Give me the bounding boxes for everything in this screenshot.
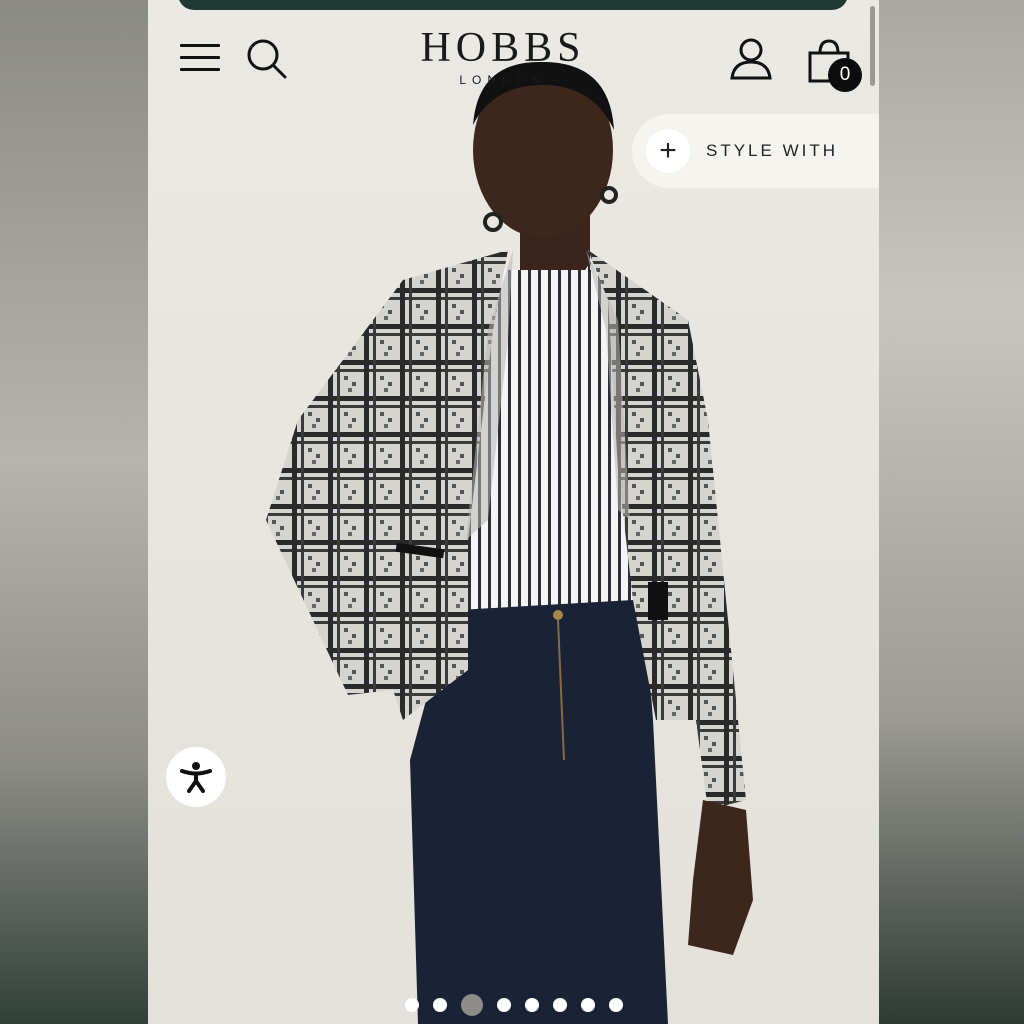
- carousel-dot[interactable]: [432, 998, 447, 1012]
- brand-logo[interactable]: HOBBS LONDON: [388, 24, 618, 88]
- carousel-dot[interactable]: [552, 998, 567, 1012]
- backdrop-right-blur: [878, 0, 1024, 1024]
- carousel-dot[interactable]: [608, 998, 623, 1012]
- brand-subtitle: LONDON: [459, 73, 547, 87]
- carousel-dot[interactable]: [496, 998, 511, 1012]
- style-with-label: STYLE WITH: [706, 141, 839, 160]
- carousel-dot[interactable]: [524, 998, 539, 1012]
- carousel-dot[interactable]: [404, 998, 419, 1012]
- accessibility-icon[interactable]: [166, 747, 226, 807]
- search-icon[interactable]: [244, 36, 290, 82]
- site-header: HOBBS LONDON: [148, 20, 879, 100]
- product-screen: HOBBS LONDON 0 + STYLE WITH: [148, 0, 879, 1024]
- bag-count-badge[interactable]: 0: [828, 58, 862, 92]
- carousel-dot[interactable]: [460, 994, 483, 1016]
- backdrop-left-blur: [0, 0, 148, 1024]
- image-carousel-dots: [148, 990, 879, 1020]
- status-bar-pill: [178, 0, 848, 10]
- hamburger-menu-icon[interactable]: [176, 38, 222, 78]
- plus-icon: +: [646, 129, 690, 173]
- brand-name: HOBBS: [420, 25, 586, 71]
- user-icon[interactable]: [726, 34, 776, 84]
- carousel-dot[interactable]: [580, 998, 595, 1012]
- style-with-button[interactable]: + STYLE WITH: [632, 114, 879, 188]
